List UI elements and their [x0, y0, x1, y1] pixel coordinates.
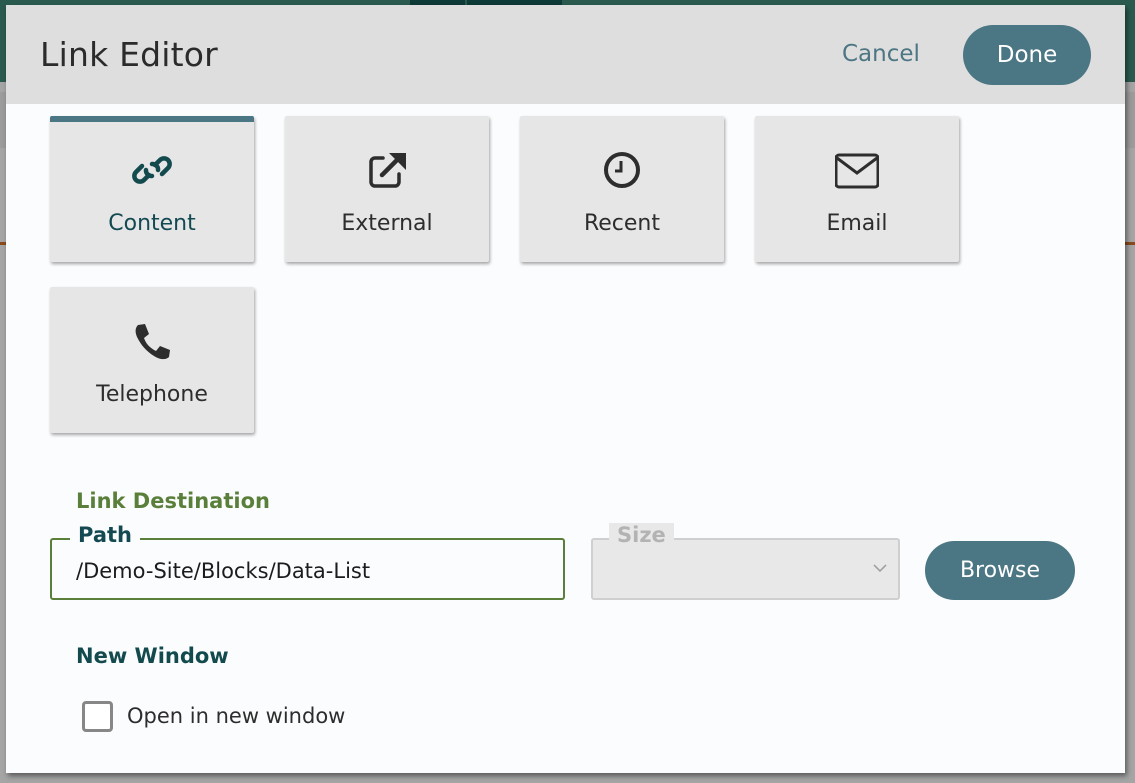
link-type-tile-external[interactable]: External: [285, 116, 489, 262]
link-type-tile-content[interactable]: Content: [50, 116, 254, 262]
size-label: Size: [609, 523, 674, 547]
link-type-label: External: [341, 211, 433, 236]
envelope-icon: [835, 153, 879, 189]
path-input[interactable]: [76, 556, 546, 586]
link-type-label: Recent: [583, 211, 661, 236]
link-type-tile-email[interactable]: Email: [755, 116, 959, 262]
link-type-label: Telephone: [96, 382, 208, 407]
clock-icon: [604, 152, 640, 188]
background-accent-line: [1125, 242, 1135, 245]
link-editor-dialog: Link Editor Cancel Done Content External…: [6, 5, 1125, 773]
dialog-header: Link Editor Cancel Done: [6, 5, 1125, 104]
open-in-new-window-label: Open in new window: [127, 704, 346, 728]
dialog-title: Link Editor: [40, 35, 218, 74]
open-in-new-window-checkbox[interactable]: [82, 700, 113, 732]
link-destination-heading: Link Destination: [76, 489, 270, 513]
open-in-new-window-option[interactable]: Open in new window: [82, 700, 345, 732]
phone-icon: [135, 324, 170, 360]
path-field: Path: [50, 523, 565, 600]
link-type-label: Content: [108, 211, 196, 236]
size-select[interactable]: Size: [591, 523, 900, 600]
link-type-tile-telephone[interactable]: Telephone: [50, 287, 254, 433]
done-button[interactable]: Done: [963, 25, 1091, 85]
link-type-tile-recent[interactable]: Recent: [520, 116, 724, 262]
new-window-heading: New Window: [76, 644, 229, 668]
path-label: Path: [70, 523, 140, 547]
external-link-icon: [369, 153, 406, 188]
browse-button[interactable]: Browse: [925, 541, 1075, 600]
chevron-down-icon: [873, 564, 887, 573]
link-icon: [132, 156, 172, 184]
link-type-label: Email: [826, 211, 888, 236]
cancel-button[interactable]: Cancel: [842, 41, 920, 67]
